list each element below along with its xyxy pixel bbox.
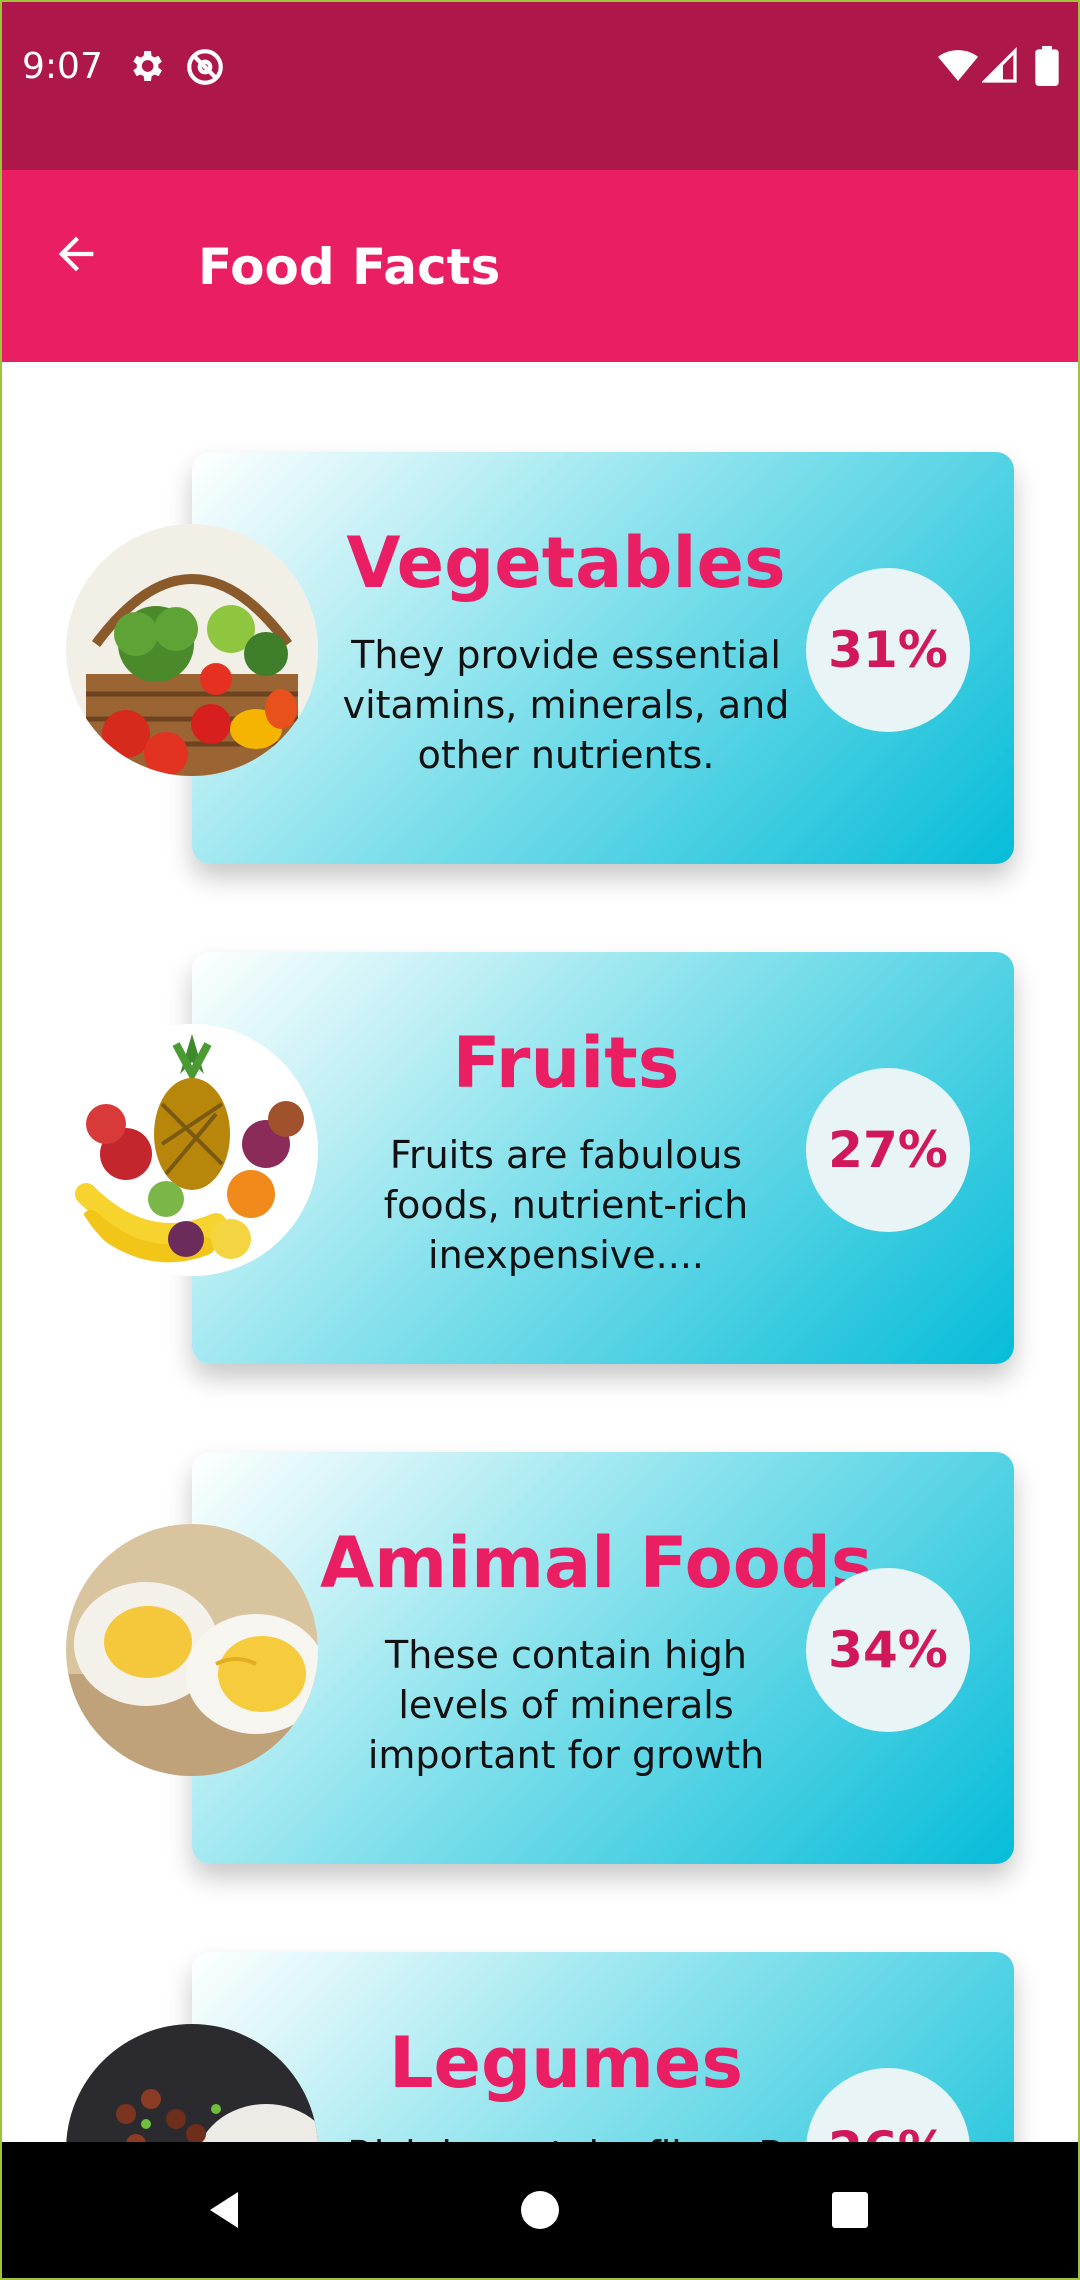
back-triangle-icon bbox=[202, 2186, 250, 2239]
card-description: Rich in protein, fiber, B bbox=[330, 2130, 802, 2142]
card-title: Legumes bbox=[388, 2022, 744, 2104]
arrow-left-icon bbox=[50, 228, 102, 285]
nav-home-button[interactable] bbox=[510, 2182, 570, 2242]
percent-badge: 31% bbox=[806, 568, 970, 732]
food-card[interactable]: Fruits Fruits are fabulous foods, nutrie… bbox=[0, 952, 1080, 1364]
card-title: Amimal Foods bbox=[320, 1522, 873, 1604]
at-sign-icon bbox=[184, 46, 226, 93]
percent-badge: 27% bbox=[806, 1068, 970, 1232]
card-description: These contain high levels of minerals im… bbox=[367, 1633, 765, 1777]
battery-icon bbox=[1034, 46, 1060, 91]
wifi-icon bbox=[938, 46, 978, 91]
home-circle-icon bbox=[516, 2186, 564, 2239]
signal-icon bbox=[981, 46, 1018, 91]
food-card[interactable]: Vegetables They provide essential vitami… bbox=[0, 452, 1080, 864]
status-bar: 9:07 bbox=[0, 0, 1080, 170]
food-card-list[interactable]: Vegetables They provide essential vitami… bbox=[0, 362, 1080, 2142]
vegetable-basket-image bbox=[66, 524, 318, 776]
percent-badge: 34% bbox=[806, 1568, 970, 1732]
food-card[interactable]: Legumes Rich in protein, fiber, B 26% bbox=[0, 1952, 1080, 2142]
food-card[interactable]: Amimal Foods These contain high levels o… bbox=[0, 1452, 1080, 1864]
fruit-pile-image bbox=[66, 1024, 318, 1276]
gear-icon bbox=[126, 46, 166, 91]
status-time: 9:07 bbox=[22, 46, 103, 87]
nav-recents-button[interactable] bbox=[820, 2182, 880, 2242]
recents-square-icon bbox=[826, 2186, 874, 2239]
app-bar: Food Facts bbox=[0, 170, 1080, 362]
card-description: Fruits are fabulous foods, nutrient-rich… bbox=[383, 1133, 749, 1277]
card-title: Fruits bbox=[452, 1022, 680, 1104]
page-title: Food Facts bbox=[198, 238, 501, 296]
system-nav-bar bbox=[0, 2142, 1080, 2280]
boiled-eggs-image bbox=[66, 1524, 318, 1776]
nav-back-button[interactable] bbox=[196, 2182, 256, 2242]
card-description: They provide essential vitamins, mineral… bbox=[342, 633, 790, 777]
card-title: Vegetables bbox=[346, 522, 786, 604]
back-button[interactable] bbox=[40, 220, 112, 292]
